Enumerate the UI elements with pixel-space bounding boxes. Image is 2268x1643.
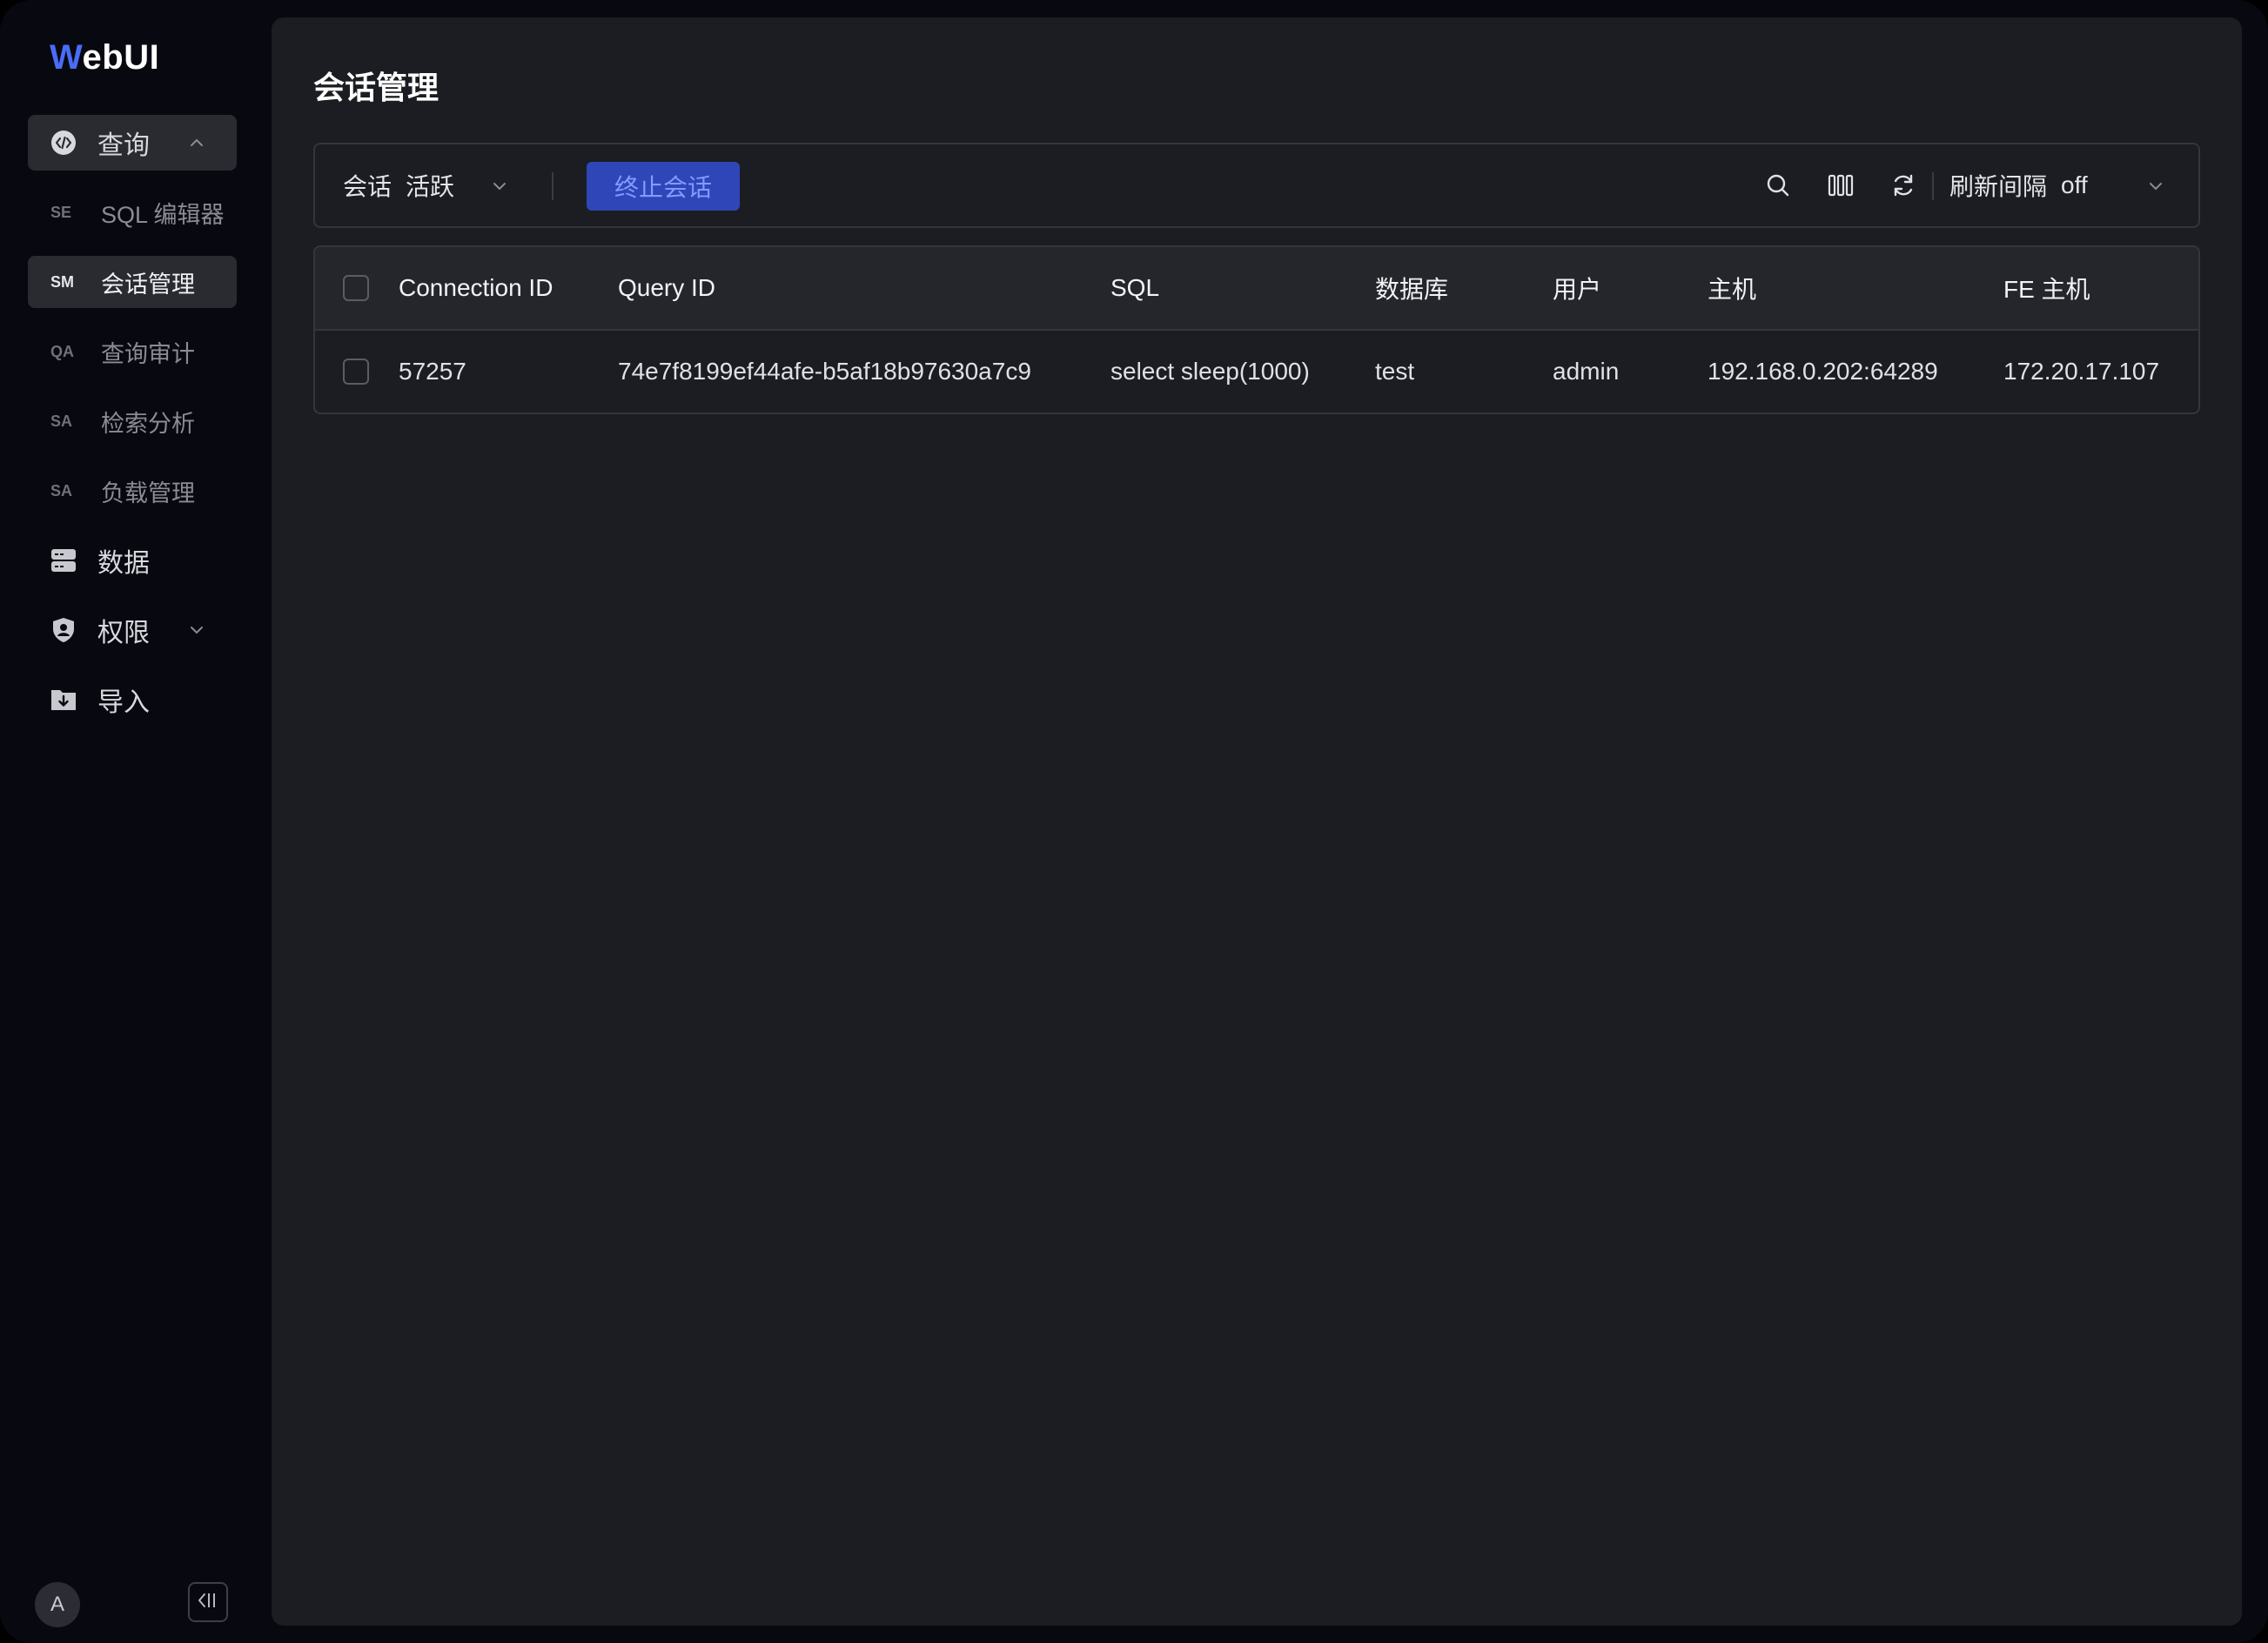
cell-user: admin bbox=[1553, 358, 1620, 385]
sub-item-label: 会话管理 bbox=[101, 271, 195, 298]
nav-item-label: 权限 bbox=[97, 619, 150, 647]
select-all-checkbox[interactable] bbox=[343, 275, 369, 301]
main-panel: 会话管理 会话 活跃 终止会话 刷新间隔 off Connection ID Q… bbox=[272, 17, 2242, 1626]
chevron-up-icon bbox=[186, 132, 207, 153]
filter-label: 会话 bbox=[343, 173, 393, 200]
sidebar-item-search-analysis[interactable]: SA 检索分析 bbox=[28, 395, 237, 447]
sidebar-item-sql-editor[interactable]: SE SQL 编辑器 bbox=[28, 186, 237, 238]
chevron-down-icon bbox=[489, 175, 510, 196]
column-header[interactable]: 数据库 bbox=[1375, 247, 1448, 329]
sub-item-abbr: SM bbox=[50, 272, 74, 291]
folder-download-icon bbox=[50, 687, 77, 713]
sidebar: WebUI 查询 SE SQL 编辑器 SM 会话管理 QA 查询审计 SA 检… bbox=[0, 0, 272, 1643]
cell-connection-id: 57257 bbox=[399, 358, 466, 385]
cell-sql: select sleep(1000) bbox=[1111, 358, 1310, 385]
sidebar-item-workload-management[interactable]: SA 负载管理 bbox=[28, 465, 237, 517]
code-icon bbox=[50, 130, 77, 156]
cell-fe-host: 172.20.17.107 bbox=[2003, 358, 2160, 385]
sub-item-abbr: SA bbox=[50, 412, 73, 430]
cell-host: 192.168.0.202:64289 bbox=[1708, 358, 1938, 385]
table-header: Connection ID Query ID SQL 数据库 用户 主机 FE … bbox=[315, 247, 2198, 331]
nav-item-label: 导入 bbox=[97, 688, 150, 717]
sub-item-label: SQL 编辑器 bbox=[101, 201, 225, 228]
kill-session-button[interactable]: 终止会话 bbox=[587, 162, 740, 211]
sessions-table: Connection ID Query ID SQL 数据库 用户 主机 FE … bbox=[313, 245, 2200, 414]
column-header[interactable]: Query ID bbox=[618, 247, 715, 329]
toolbar: 会话 活跃 终止会话 刷新间隔 off bbox=[313, 143, 2200, 228]
table-row[interactable]: 57257 74e7f8199ef44afe-b5af18b97630a7c9 … bbox=[315, 331, 2198, 412]
cell-query-id: 74e7f8199ef44afe-b5af18b97630a7c9 bbox=[618, 358, 1031, 385]
column-header[interactable]: 主机 bbox=[1708, 247, 1756, 329]
cell-database: test bbox=[1375, 358, 1415, 385]
nav-item-query[interactable]: 查询 bbox=[28, 115, 237, 171]
refresh-value: off bbox=[2061, 171, 2088, 198]
collapse-sidebar-button[interactable] bbox=[188, 1582, 228, 1622]
refresh-label: 刷新间隔 bbox=[1949, 173, 2048, 200]
sub-item-abbr: SE bbox=[50, 203, 72, 221]
nav-item-data[interactable]: 数据 bbox=[28, 533, 237, 588]
nav-item-label: 数据 bbox=[97, 549, 150, 578]
column-header[interactable]: Connection ID bbox=[399, 247, 553, 329]
row-checkbox[interactable] bbox=[343, 359, 369, 385]
page-title: 会话管理 bbox=[313, 70, 440, 105]
chevron-down-icon bbox=[2145, 175, 2166, 196]
nav-item-import[interactable]: 导入 bbox=[28, 672, 237, 728]
refresh-icon[interactable] bbox=[1889, 171, 1918, 200]
column-header[interactable]: FE 主机 bbox=[2003, 247, 2090, 329]
column-header[interactable]: 用户 bbox=[1553, 247, 1601, 329]
shield-user-icon bbox=[50, 617, 77, 643]
session-filter-select[interactable]: 会话 活跃 bbox=[343, 144, 510, 226]
sub-item-abbr: SA bbox=[50, 481, 73, 500]
sidebar-item-session-management[interactable]: SM 会话管理 bbox=[28, 256, 237, 308]
columns-icon[interactable] bbox=[1826, 171, 1855, 200]
avatar[interactable]: A bbox=[35, 1582, 80, 1627]
chevron-down-icon bbox=[186, 620, 207, 640]
collapse-icon bbox=[196, 1590, 220, 1615]
column-header[interactable]: SQL bbox=[1111, 247, 1159, 329]
nav-item-label: 查询 bbox=[97, 131, 150, 160]
search-icon[interactable] bbox=[1763, 171, 1793, 200]
sub-item-label: 检索分析 bbox=[101, 410, 195, 437]
sub-item-label: 查询审计 bbox=[101, 340, 195, 367]
sub-item-abbr: QA bbox=[50, 342, 74, 360]
refresh-interval-select[interactable]: 刷新间隔 off bbox=[1949, 144, 2166, 226]
toolbar-divider bbox=[552, 172, 554, 200]
app-window: WebUI 查询 SE SQL 编辑器 SM 会话管理 QA 查询审计 SA 检… bbox=[0, 0, 2268, 1643]
database-icon bbox=[50, 547, 77, 573]
sidebar-item-query-audit[interactable]: QA 查询审计 bbox=[28, 325, 237, 378]
filter-value: 活跃 bbox=[406, 173, 455, 200]
toolbar-divider bbox=[1932, 172, 1934, 200]
nav-item-permissions[interactable]: 权限 bbox=[28, 602, 237, 658]
sub-item-label: 负载管理 bbox=[101, 479, 195, 506]
app-logo[interactable]: WebUI bbox=[50, 38, 159, 77]
